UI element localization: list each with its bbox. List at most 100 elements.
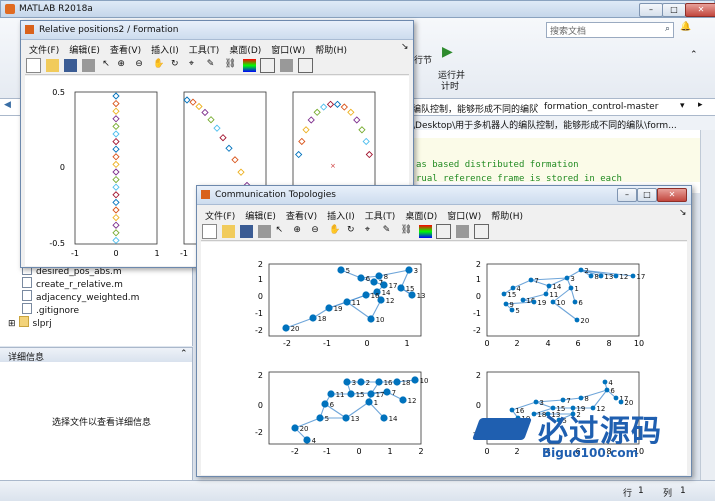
menu-tools[interactable]: 工具(T) — [365, 212, 396, 222]
fig-minimize-button[interactable]: – — [617, 188, 637, 202]
minimize-button[interactable]: – — [639, 3, 663, 17]
rotate-icon[interactable]: ↻ — [347, 225, 360, 238]
show-plot-tools-icon[interactable] — [298, 58, 314, 73]
menu-insert[interactable]: 插入(I) — [327, 212, 355, 222]
colorbar-icon[interactable] — [418, 225, 432, 238]
legend-icon[interactable] — [436, 224, 452, 239]
node-label: 5 — [515, 307, 519, 315]
file-item[interactable]: .gitignore — [22, 303, 79, 316]
menu-view[interactable]: 查看(V) — [286, 212, 317, 222]
menu-desktop[interactable]: 桌面(D) — [405, 212, 437, 222]
graph-node — [377, 296, 385, 304]
brush-icon[interactable]: ✎ — [207, 59, 220, 72]
folder-item[interactable]: ⊞ slprj — [8, 316, 52, 329]
folder-icon — [18, 316, 29, 327]
expand-icon[interactable]: ⊞ — [8, 319, 16, 329]
node-label: 6 — [610, 387, 615, 395]
search-icon[interactable]: ⌕ — [665, 24, 670, 34]
save-icon[interactable] — [63, 59, 77, 72]
menu-window[interactable]: 窗口(W) — [271, 46, 305, 56]
close-button[interactable]: ✕ — [685, 3, 715, 17]
pan-icon[interactable]: ✋ — [153, 59, 166, 72]
data-cursor-icon[interactable]: ⌖ — [365, 225, 378, 238]
browse-folder-icon[interactable]: ▸ — [698, 100, 703, 110]
maximize-button[interactable]: □ — [662, 3, 686, 17]
menu-edit[interactable]: 编辑(E) — [245, 212, 276, 222]
menu-edit[interactable]: 编辑(E) — [69, 46, 100, 56]
breadcrumb-1[interactable]: 编队控制，能够形成不同的编队 — [412, 102, 538, 115]
search-input[interactable]: 搜索文档 — [550, 24, 586, 37]
breadcrumb-2[interactable]: formation_control-master — [544, 102, 658, 112]
xtick-label: -1 — [323, 339, 331, 348]
node-label: 17 — [636, 273, 645, 281]
ribbon-expand-icon[interactable]: ⌃ — [690, 50, 698, 60]
chevron-down-icon[interactable]: ▾ — [680, 101, 685, 111]
details-expand-icon[interactable]: ⌃ — [180, 349, 188, 359]
menu-insert[interactable]: 插入(I) — [151, 46, 179, 56]
menu-view[interactable]: 查看(V) — [110, 46, 141, 56]
zoom-in-icon[interactable]: ⊕ — [293, 225, 306, 238]
zoom-out-icon[interactable]: ⊖ — [311, 225, 324, 238]
graph-node — [342, 414, 350, 422]
bell-icon[interactable]: 🔔 — [680, 22, 691, 32]
file-item[interactable]: create_r_relative.m — [22, 277, 123, 290]
node-label: 14 — [382, 289, 391, 297]
run-time-label-2[interactable]: 计时 — [441, 79, 459, 92]
menu-help[interactable]: 帮助(H) — [315, 46, 347, 56]
node-label: 4 — [608, 379, 613, 387]
figure-toolbar: ↖ ⊕ ⊖ ✋ ↻ ⌖ ✎ ⛓ — [25, 58, 409, 75]
print-icon[interactable] — [81, 59, 95, 72]
ytick-label: 2 — [258, 371, 263, 380]
print-icon[interactable] — [257, 225, 271, 238]
new-figure-icon[interactable] — [202, 224, 217, 239]
show-plot-tools-icon[interactable] — [474, 224, 490, 239]
colorbar-icon[interactable] — [242, 59, 256, 72]
brush-icon[interactable]: ✎ — [383, 225, 396, 238]
xtick-label: -2 — [291, 447, 299, 456]
zoom-in-icon[interactable]: ⊕ — [117, 59, 130, 72]
pointer-icon[interactable]: ↖ — [100, 59, 113, 72]
hide-plot-tools-icon[interactable] — [280, 59, 294, 72]
back-icon[interactable]: ◀ — [4, 100, 11, 110]
node-label: 14 — [552, 283, 561, 291]
legend-icon[interactable] — [260, 58, 276, 73]
ytick-label: -1 — [255, 309, 263, 318]
new-figure-icon[interactable] — [26, 58, 41, 73]
figure-menu: 文件(F) 编辑(E) 查看(V) 插入(I) 工具(T) 桌面(D) 窗口(W) 帮助(H) — [205, 209, 533, 222]
menu-file[interactable]: 文件(F) — [205, 212, 235, 222]
save-icon[interactable] — [239, 225, 253, 238]
graph-node — [362, 291, 370, 299]
data-cursor-icon[interactable]: ⌖ — [189, 59, 202, 72]
menu-dock-icon[interactable]: ↘ — [401, 42, 409, 52]
menu-file[interactable]: 文件(F) — [29, 46, 59, 56]
ribbon-btn-section[interactable]: 行节 — [414, 53, 432, 66]
pan-icon[interactable]: ✋ — [329, 225, 342, 238]
rotate-icon[interactable]: ↻ — [171, 59, 184, 72]
menu-window[interactable]: 窗口(W) — [447, 212, 481, 222]
link-icon[interactable]: ⛓ — [225, 59, 238, 72]
menu-desktop[interactable]: 桌面(D) — [229, 46, 261, 56]
menu-tools[interactable]: 工具(T) — [189, 46, 220, 56]
graph-node — [380, 414, 388, 422]
fig-maximize-button[interactable]: □ — [637, 188, 657, 202]
open-icon[interactable] — [45, 59, 59, 72]
menu-dock-icon[interactable]: ↘ — [679, 208, 687, 218]
graph-node — [588, 273, 594, 279]
zoom-out-icon[interactable]: ⊖ — [135, 59, 148, 72]
node-label: 20 — [300, 425, 309, 433]
run-time-icon[interactable]: ▶ — [442, 44, 453, 60]
open-icon[interactable] — [221, 225, 235, 238]
menu-help[interactable]: 帮助(H) — [491, 212, 523, 222]
pointer-icon[interactable]: ↖ — [276, 225, 289, 238]
figure-titlebar[interactable]: Relative positions2 / Formation — [21, 21, 413, 40]
fig-close-button[interactable]: ✕ — [657, 188, 687, 202]
search-box[interactable]: 搜索文档 ⌕ — [546, 22, 674, 38]
editor-pane[interactable]: as based distributed formation rual refe… — [410, 130, 700, 193]
figure-titlebar[interactable]: Communication Topologies – □ ✕ — [197, 186, 691, 205]
file-item[interactable]: adjacency_weighted.m — [22, 290, 139, 303]
link-icon[interactable]: ⛓ — [401, 225, 414, 238]
hide-plot-tools-icon[interactable] — [456, 225, 470, 238]
xtick-label: 4 — [545, 339, 550, 348]
editor-scrollbar[interactable] — [700, 130, 715, 480]
graph-node — [303, 436, 311, 444]
